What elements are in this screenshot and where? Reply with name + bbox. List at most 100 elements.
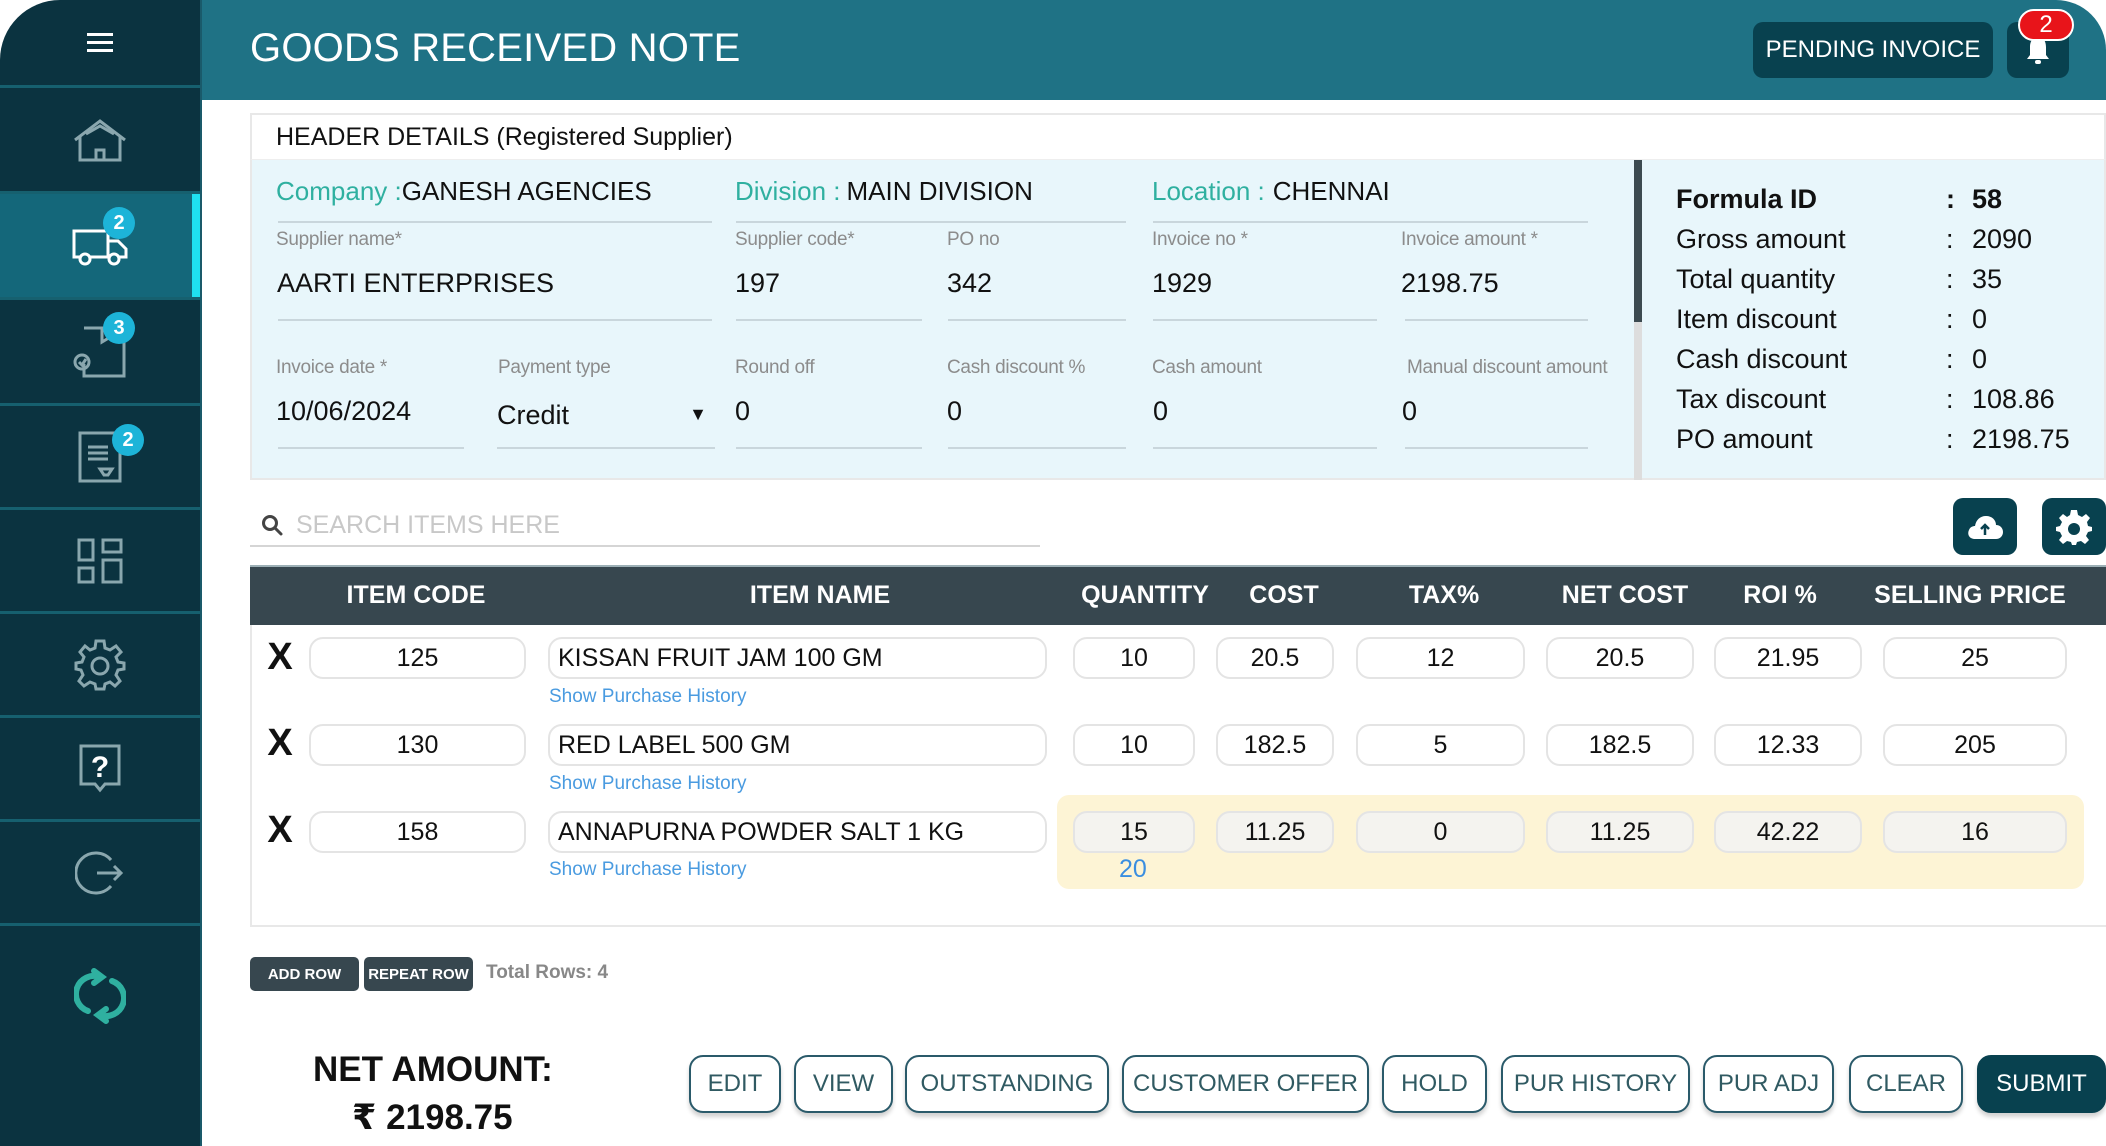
add-row-button[interactable]: ADD ROW — [250, 957, 359, 991]
summary-value: 108.86 — [1972, 384, 2055, 414]
summary-value: 2090 — [1972, 224, 2033, 254]
payment-type-select[interactable]: Credit ▼ — [497, 396, 707, 434]
sidebar-item-settings[interactable] — [0, 614, 200, 718]
po-no-label: PO no — [947, 229, 1000, 250]
net-cost-input[interactable]: 11.25 — [1546, 811, 1694, 853]
quantity-input[interactable]: 10 — [1073, 637, 1195, 679]
sidebar-item-sync[interactable] — [0, 926, 200, 1066]
remove-row-button[interactable]: X — [260, 811, 300, 849]
item-code-input[interactable]: 130 — [309, 724, 526, 766]
sidebar-item-goods-received[interactable]: 2 — [0, 194, 200, 300]
roi-input[interactable]: 21.95 — [1714, 637, 1862, 679]
po-no-underline — [948, 319, 1126, 321]
invoice-amount-input[interactable]: 2198.75 — [1401, 268, 1499, 299]
outstanding-button[interactable]: OUTSTANDING — [905, 1055, 1109, 1113]
item-code-input[interactable]: 125 — [309, 637, 526, 679]
invoice-date-underline — [278, 447, 464, 449]
quantity-ordered-value: 20 — [1119, 855, 1147, 883]
invoice-date-input[interactable]: 10/06/2024 — [276, 396, 411, 427]
sync-icon — [74, 968, 126, 1024]
selling-price-input[interactable]: 25 — [1883, 637, 2067, 679]
search-input[interactable] — [296, 507, 996, 543]
repeat-row-button[interactable]: REPEAT ROW — [364, 957, 473, 991]
summary-row-item-discount: Item discount:0 — [1676, 304, 2096, 344]
roi-input[interactable]: 42.22 — [1714, 811, 1862, 853]
quantity-input[interactable]: 10 — [1073, 724, 1195, 766]
customer-offer-button[interactable]: CUSTOMER OFFER — [1122, 1055, 1369, 1113]
supplier-code-input[interactable]: 197 — [735, 268, 780, 299]
upload-button[interactable] — [1953, 498, 2017, 555]
payment-type-label: Payment type — [498, 357, 611, 378]
grid-icon — [77, 538, 123, 583]
summary-colon: : — [1946, 264, 1954, 294]
sidebar-item-purchase-order[interactable]: 2 — [0, 406, 200, 510]
summary-label: Tax discount — [1676, 384, 1827, 414]
show-purchase-history-link[interactable]: Show Purchase History — [549, 686, 746, 708]
show-purchase-history-link[interactable]: Show Purchase History — [549, 859, 746, 881]
hold-button[interactable]: HOLD — [1382, 1055, 1487, 1113]
home-icon — [74, 118, 126, 161]
sidebar-item-home[interactable] — [0, 88, 200, 194]
sidebar-item-logout[interactable] — [0, 822, 200, 926]
invoice-no-underline — [1153, 319, 1377, 321]
pur-history-button[interactable]: PUR HISTORY — [1501, 1055, 1690, 1113]
total-rows-count: Total Rows: 4 — [486, 962, 609, 983]
pending-invoice-button[interactable]: PENDING INVOICE — [1753, 22, 1993, 78]
header-scrollbar-thumb[interactable] — [1634, 160, 1642, 322]
net-cost-input[interactable]: 182.5 — [1546, 724, 1694, 766]
manual-discount-input[interactable]: 0 — [1402, 396, 1417, 427]
remove-row-button[interactable]: X — [260, 638, 300, 676]
location-label: Location : — [1152, 176, 1265, 206]
tax-input[interactable]: 12 — [1356, 637, 1525, 679]
selling-price-input[interactable]: 16 — [1883, 811, 2067, 853]
remove-row-button[interactable]: X — [260, 724, 300, 762]
item-name-input[interactable]: KISSAN FRUIT JAM 100 GM — [548, 637, 1047, 679]
show-purchase-history-link[interactable]: Show Purchase History — [549, 773, 746, 795]
round-off-underline — [736, 447, 922, 449]
cash-discount-pct-input[interactable]: 0 — [947, 396, 962, 427]
sidebar-item-purchase-approval[interactable]: 3 — [0, 300, 200, 406]
quantity-input[interactable]: 15 — [1073, 811, 1195, 853]
table-settings-button[interactable] — [2042, 498, 2106, 555]
pur-adj-button[interactable]: PUR ADJ — [1703, 1055, 1834, 1113]
view-button[interactable]: VIEW — [794, 1055, 893, 1113]
po-no-input[interactable]: 342 — [947, 268, 992, 299]
svg-text:?: ? — [91, 751, 109, 784]
supplier-code-label: Supplier code* — [735, 229, 855, 250]
summary-label: Total quantity — [1676, 264, 1836, 294]
summary-colon: : — [1946, 304, 1954, 334]
top-bar: GOODS RECEIVED NOTE PENDING INVOICE 2 — [202, 0, 2106, 100]
cash-amount-input[interactable]: 0 — [1153, 396, 1168, 427]
cost-input[interactable]: 11.25 — [1216, 811, 1334, 853]
net-cost-input[interactable]: 20.5 — [1546, 637, 1694, 679]
invoice-no-input[interactable]: 1929 — [1152, 268, 1212, 299]
sidebar-menu-toggle[interactable] — [0, 0, 200, 88]
supplier-name-underline — [278, 319, 712, 321]
summary-colon: : — [1946, 424, 1954, 454]
supplier-name-label: Supplier name* — [276, 229, 402, 250]
summary-row-po-amount: PO amount:2198.75 — [1676, 424, 2096, 464]
selling-price-input[interactable]: 205 — [1883, 724, 2067, 766]
edit-button[interactable]: EDIT — [689, 1055, 781, 1113]
goods-received-badge: 2 — [103, 207, 135, 239]
payment-type-value: Credit — [497, 400, 570, 430]
clear-button[interactable]: CLEAR — [1849, 1055, 1963, 1113]
division-field: Division : MAIN DIVISION — [735, 176, 1033, 207]
sidebar-item-help[interactable]: ? — [0, 718, 200, 822]
supplier-name-input[interactable]: AARTI ENTERPRISES — [277, 268, 554, 299]
roi-input[interactable]: 12.33 — [1714, 724, 1862, 766]
submit-button[interactable]: SUBMIT — [1977, 1055, 2106, 1113]
item-name-input[interactable]: RED LABEL 500 GM — [548, 724, 1047, 766]
round-off-input[interactable]: 0 — [735, 396, 750, 427]
item-name-input[interactable]: ANNAPURNA POWDER SALT 1 KG — [548, 811, 1047, 853]
tax-input[interactable]: 5 — [1356, 724, 1525, 766]
cost-input[interactable]: 182.5 — [1216, 724, 1334, 766]
sidebar-item-dashboard[interactable] — [0, 510, 200, 614]
tax-input[interactable]: 0 — [1356, 811, 1525, 853]
column-header-tax: TAX% — [1408, 581, 1480, 609]
column-header-item-code: ITEM CODE — [346, 581, 486, 609]
invoice-date-label: Invoice date * — [276, 357, 387, 378]
summary-value: 0 — [1972, 304, 1988, 334]
item-code-input[interactable]: 158 — [309, 811, 526, 853]
cost-input[interactable]: 20.5 — [1216, 637, 1334, 679]
